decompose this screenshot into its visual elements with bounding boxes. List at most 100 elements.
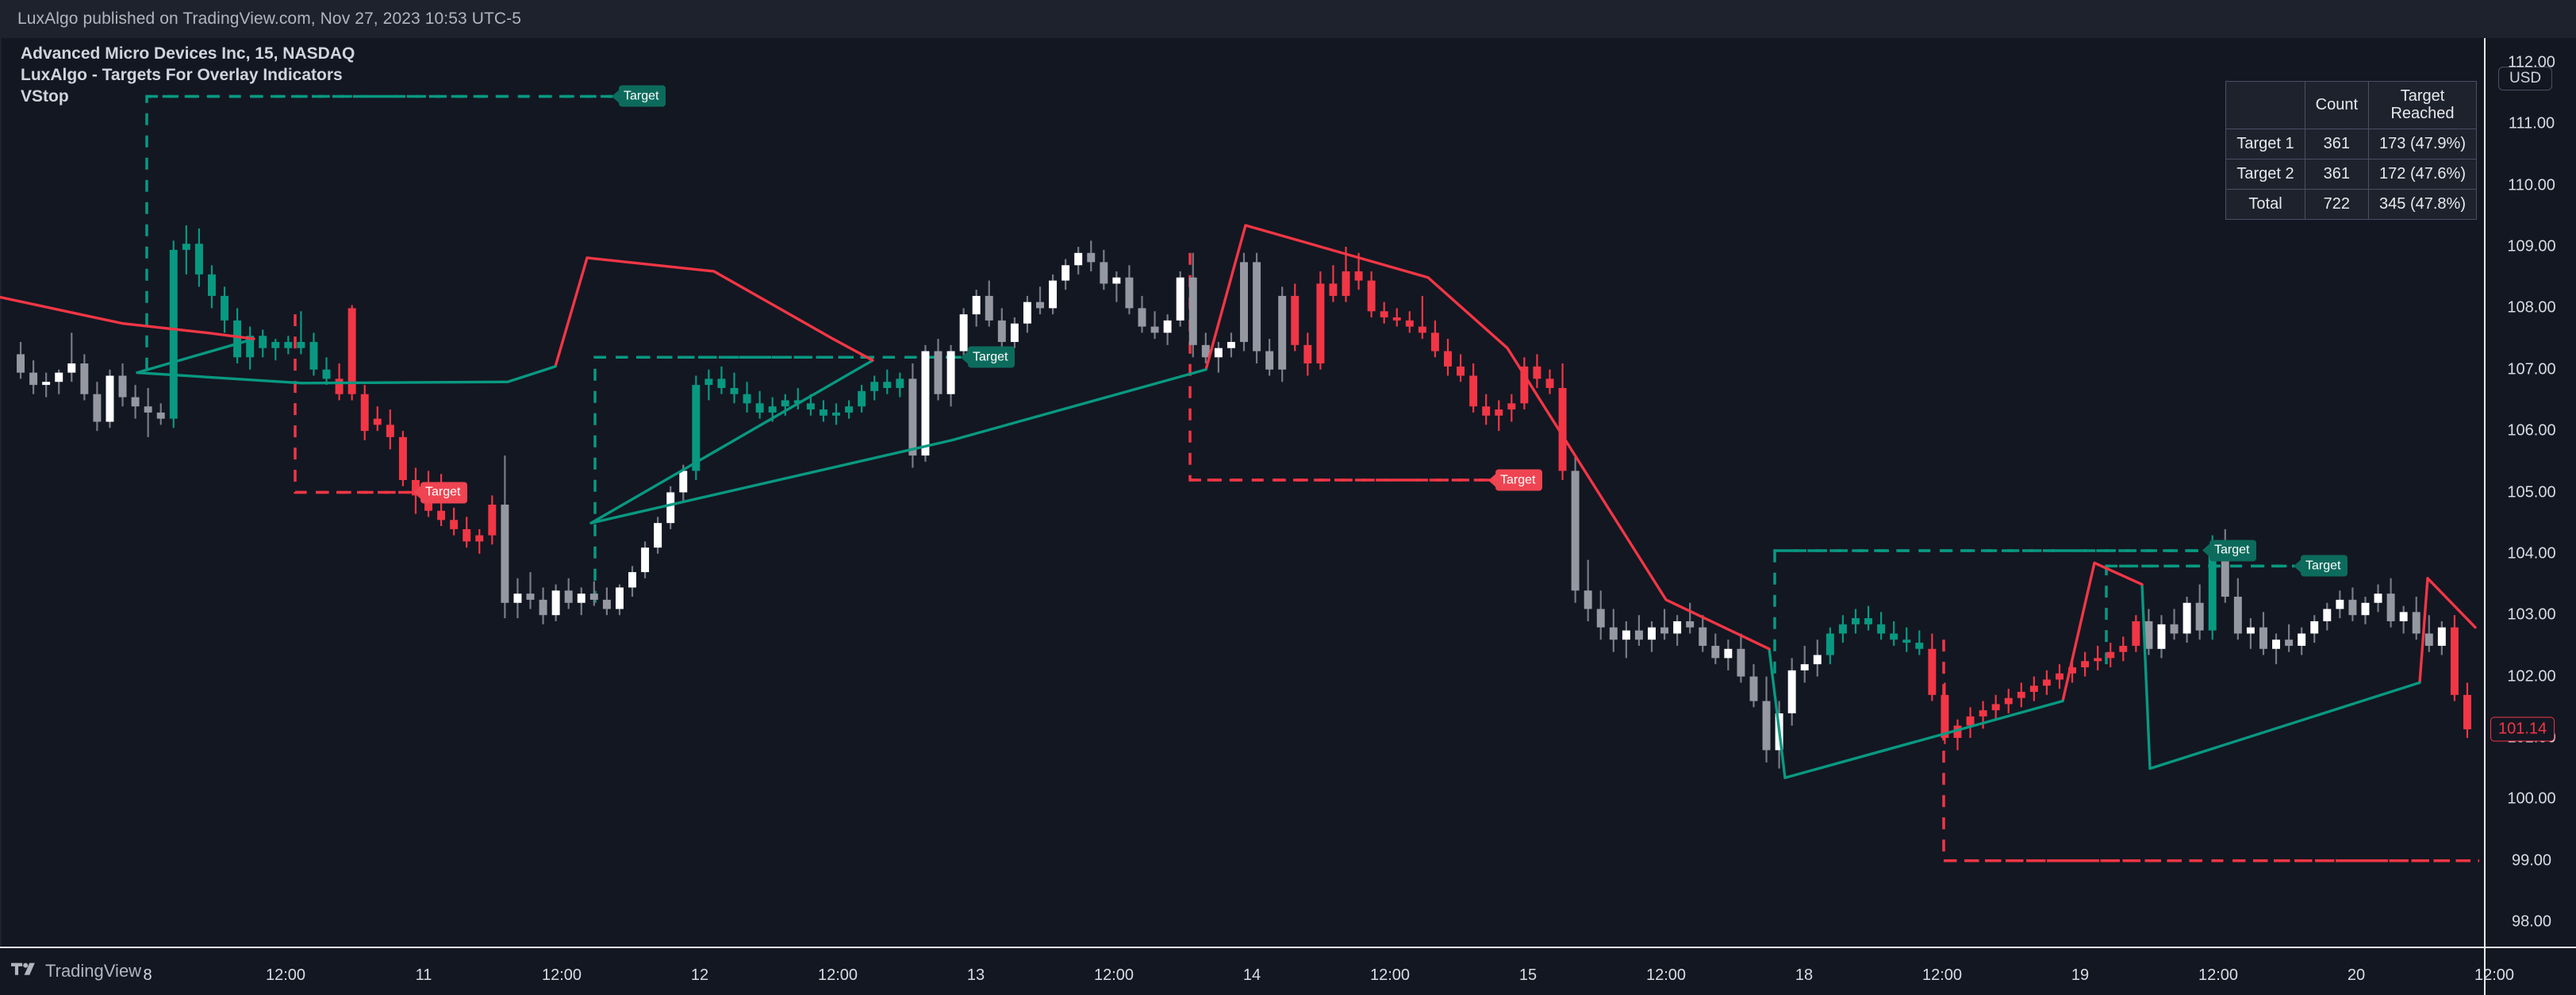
candle-body bbox=[539, 599, 547, 616]
candle-body bbox=[1495, 409, 1503, 416]
candle-body bbox=[2348, 599, 2357, 616]
target-flag[interactable]: Target bbox=[2209, 540, 2257, 562]
candle-body bbox=[679, 471, 688, 493]
candlestick-chart-canvas bbox=[0, 94, 2479, 862]
target-flag[interactable]: Target bbox=[1495, 469, 1543, 491]
candle-body bbox=[985, 295, 993, 321]
tradingview-logo-text: TradingView bbox=[45, 961, 142, 981]
price-tick: 103.00 bbox=[2507, 605, 2556, 624]
candle-body bbox=[221, 295, 229, 321]
price-tick: 99.00 bbox=[2511, 851, 2552, 870]
candle-body bbox=[1622, 630, 1630, 640]
candle-body bbox=[1941, 694, 1949, 738]
candle-body bbox=[717, 378, 726, 388]
target-flag[interactable]: Target bbox=[968, 346, 1015, 368]
candle-body bbox=[1392, 317, 1401, 321]
candle-body bbox=[1482, 406, 1491, 416]
candle-body bbox=[1584, 590, 1592, 609]
candle-body bbox=[1291, 295, 1300, 345]
candle-body bbox=[1545, 378, 1554, 388]
stats-column-target-reached-line2: Reached bbox=[2390, 105, 2455, 123]
candle-body bbox=[2437, 627, 2446, 646]
candle-body bbox=[1074, 252, 1083, 266]
candle-body bbox=[2336, 599, 2344, 609]
candle-body bbox=[1036, 302, 1044, 309]
price-tick: 104.00 bbox=[2507, 544, 2556, 563]
candle-body bbox=[1800, 664, 1809, 670]
candle-body bbox=[347, 308, 356, 394]
candle-body bbox=[118, 375, 127, 398]
time-tick: 14 bbox=[1242, 966, 1261, 984]
chart-pane[interactable]: Target Target Target Target Target Target bbox=[0, 38, 2484, 947]
candle-body bbox=[934, 351, 942, 394]
target-projection-lines bbox=[147, 94, 2479, 862]
candle-body bbox=[1673, 620, 1682, 634]
candle-body bbox=[144, 406, 152, 413]
candle-body bbox=[156, 412, 165, 419]
stats-column-target-reached-line1: Target bbox=[2400, 87, 2445, 105]
candle-body bbox=[972, 295, 981, 315]
stats-table-body: Target 1 361 173 (47.9%) Target 2 361 172 (47… bbox=[2225, 128, 2477, 220]
stats-table-row: Total 722 345 (47.8%) bbox=[2225, 188, 2477, 220]
candle-body bbox=[1087, 252, 1096, 263]
candle-body bbox=[2399, 612, 2408, 621]
stats-row-count: 361 bbox=[2304, 128, 2370, 159]
candle-body bbox=[2233, 597, 2242, 634]
target-flag-label: Target bbox=[624, 89, 659, 103]
candle-body bbox=[2259, 627, 2267, 649]
target-flag[interactable]: Target bbox=[619, 85, 666, 107]
time-tick: 11 bbox=[415, 966, 432, 984]
candle-body bbox=[1928, 648, 1937, 695]
candle-body bbox=[1634, 630, 1643, 640]
candle-body bbox=[1150, 326, 1159, 333]
candle-body bbox=[1227, 341, 1235, 348]
time-axis[interactable]: 8 12:00 11 12:00 12 12:00 13 12:00 14 12:00 15 12:0… bbox=[0, 947, 2576, 995]
candle-body bbox=[1991, 704, 2000, 711]
time-tick: 12:00 bbox=[265, 966, 306, 984]
candle-body bbox=[870, 382, 879, 391]
time-tick: 19 bbox=[2071, 966, 2090, 984]
candle-body bbox=[1010, 323, 1019, 342]
candle-body bbox=[501, 504, 509, 603]
candle-body bbox=[997, 320, 1006, 342]
candle-body bbox=[259, 336, 267, 348]
candle-body bbox=[959, 314, 968, 352]
tradingview-logo[interactable]: TradingView bbox=[11, 961, 141, 982]
candle-body bbox=[2132, 620, 2140, 646]
candle-body bbox=[42, 382, 51, 386]
target-flag[interactable]: Target bbox=[420, 482, 468, 503]
candle-body bbox=[692, 385, 701, 471]
candle-body bbox=[819, 409, 827, 416]
stats-column-count: Count bbox=[2304, 81, 2370, 129]
candle-body bbox=[1838, 624, 1847, 634]
time-tick: 12:00 bbox=[1645, 966, 1687, 984]
candle-body bbox=[488, 504, 497, 536]
stats-table-row: Target 2 361 172 (47.6%) bbox=[2225, 158, 2477, 190]
candle-body bbox=[730, 387, 739, 394]
candle-body bbox=[1902, 640, 1911, 643]
candle-body bbox=[921, 351, 930, 456]
candle-body bbox=[768, 406, 777, 413]
candle-body bbox=[1699, 627, 1707, 646]
time-tick: 12:00 bbox=[1369, 966, 1411, 984]
candle-body bbox=[781, 400, 789, 407]
candle-body bbox=[1813, 655, 1822, 665]
target-flag-label: Target bbox=[425, 485, 461, 499]
candle-body bbox=[1915, 643, 1924, 649]
candle-body bbox=[67, 363, 76, 373]
candle-body bbox=[1507, 403, 1516, 410]
candle-body bbox=[2424, 633, 2433, 646]
price-tick: 108.00 bbox=[2507, 298, 2556, 317]
candle-body bbox=[1100, 262, 1108, 284]
target-flag[interactable]: Target bbox=[2301, 555, 2348, 577]
candle-body bbox=[513, 594, 522, 603]
candle-body bbox=[2056, 673, 2063, 680]
candle-body bbox=[93, 394, 102, 422]
candle-body bbox=[1354, 271, 1363, 281]
stats-row-count: 722 bbox=[2304, 188, 2370, 220]
price-axis[interactable]: USD 112.00 111.00 110.00 109.00 108.00 107.00… bbox=[2484, 38, 2576, 947]
candle-body bbox=[2310, 620, 2319, 634]
candle-body bbox=[284, 341, 293, 348]
price-tick: 106.00 bbox=[2507, 421, 2556, 440]
candle-body bbox=[80, 363, 89, 394]
